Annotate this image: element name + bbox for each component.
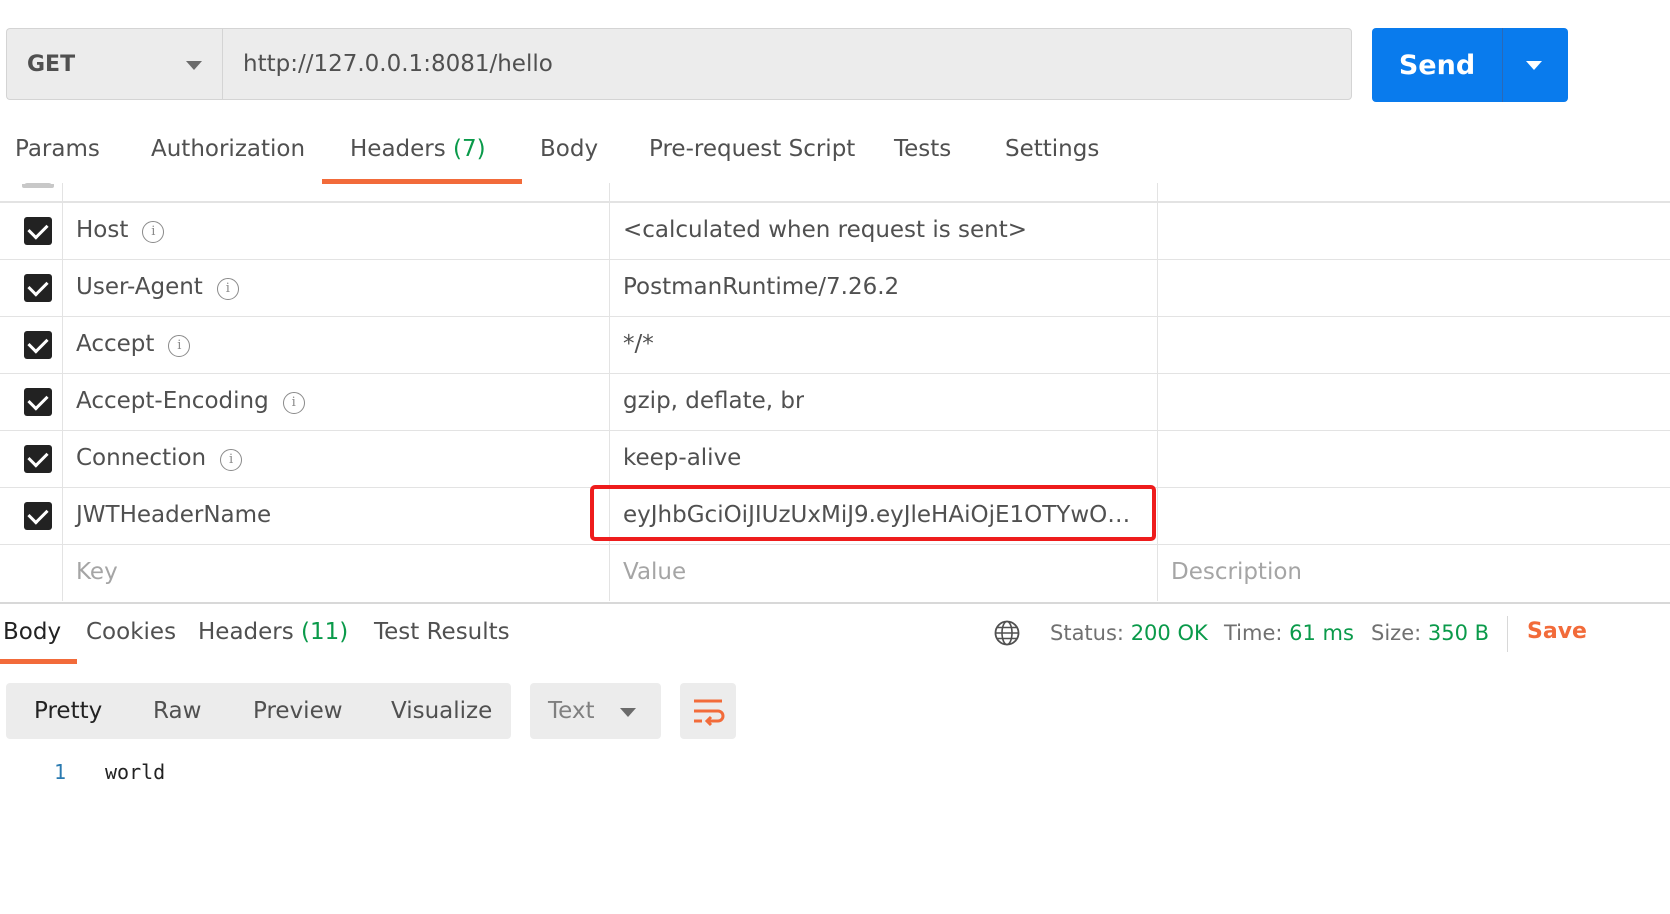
view-pretty[interactable]: Pretty [34, 698, 102, 724]
checkbox[interactable] [24, 445, 52, 473]
value-cell[interactable]: <calculated when request is sent> [609, 203, 1158, 259]
time-readout: Time: 61 ms [1224, 621, 1354, 645]
url-input[interactable]: http://127.0.0.1:8081/hello [222, 28, 1352, 100]
table-row-new: Key Value Description [0, 545, 1670, 602]
wrap-icon [694, 699, 725, 727]
check-cell [0, 488, 63, 544]
response-tab-test-results[interactable]: Test Results [374, 619, 510, 663]
response-tab-headers[interactable]: Headers (11) [198, 619, 348, 663]
header-value: <calculated when request is sent> [623, 217, 1028, 243]
method-select[interactable]: GET [6, 28, 222, 100]
header-key: Accept [76, 331, 155, 357]
view-preview[interactable]: Preview [253, 698, 343, 724]
status-readout: Status: 200 OK [1050, 621, 1208, 645]
key-placeholder: Key [76, 559, 118, 585]
description-placeholder: Description [1171, 559, 1302, 585]
header-value: keep-alive [623, 445, 742, 471]
checkbox[interactable] [24, 274, 52, 302]
key-cell[interactable]: Connection i [62, 431, 610, 487]
key-cell[interactable]: User-Agent i [62, 260, 610, 316]
header-value: gzip, deflate, br [623, 388, 805, 414]
view-raw[interactable]: Raw [153, 698, 201, 724]
send-button[interactable]: Send [1372, 28, 1568, 102]
send-label: Send [1398, 49, 1476, 81]
response-text[interactable]: world [105, 760, 165, 784]
description-input[interactable]: Description [1157, 545, 1657, 601]
scroll-fade [0, 184, 1670, 202]
format-select[interactable]: Text [530, 683, 661, 739]
key-cell[interactable]: Accept-Encoding i [62, 374, 610, 430]
table-row: User-Agent i PostmanRuntime/7.26.2 [0, 260, 1670, 317]
value-input[interactable]: Value [609, 545, 1158, 601]
response-tab-body[interactable]: Body [0, 619, 78, 664]
table-row: Accept-Encoding i gzip, deflate, br [0, 374, 1670, 431]
divider [0, 602, 1670, 604]
tab-label: Test Results [374, 619, 510, 645]
info-icon[interactable]: i [168, 335, 191, 357]
checkbox[interactable] [24, 388, 52, 416]
table-row: Host i <calculated when request is sent> [0, 203, 1670, 260]
checkbox[interactable] [24, 502, 52, 530]
key-input[interactable]: Key [62, 545, 610, 601]
chevron-down-icon [186, 61, 202, 70]
header-key: JWTHeaderName [76, 502, 272, 528]
checkbox[interactable] [24, 217, 52, 245]
view-mode-bar: Pretty Raw Preview Visualize [6, 683, 511, 739]
header-key: User-Agent [76, 274, 203, 300]
value-placeholder: Value [623, 559, 687, 585]
tab-label: Body [3, 619, 62, 645]
chevron-down-icon [620, 708, 636, 717]
check-cell [0, 431, 63, 487]
check-cell [0, 317, 63, 373]
check-cell [0, 260, 63, 316]
info-icon[interactable]: i [216, 278, 239, 300]
wrap-lines-button[interactable] [680, 683, 736, 739]
value-cell[interactable]: PostmanRuntime/7.26.2 [609, 260, 1158, 316]
value-cell[interactable]: gzip, deflate, br [609, 374, 1158, 430]
check-cell [0, 545, 63, 601]
method-label: GET [27, 51, 76, 77]
header-value: */* [623, 331, 654, 357]
highlight-box [590, 485, 1156, 541]
value-cell[interactable]: keep-alive [609, 431, 1158, 487]
info-icon[interactable]: i [220, 449, 243, 471]
status-label: Status: [1050, 621, 1124, 645]
status-value: 200 OK [1130, 621, 1208, 645]
format-label: Text [548, 698, 595, 724]
globe-icon[interactable] [994, 620, 1020, 646]
key-cell[interactable]: Accept i [62, 317, 610, 373]
key-cell[interactable]: Host i [62, 203, 610, 259]
url-text: http://127.0.0.1:8081/hello [243, 51, 553, 77]
info-icon[interactable]: i [142, 221, 165, 243]
check-cell [0, 374, 63, 430]
header-key: Connection [76, 445, 207, 471]
value-cell[interactable]: */* [609, 317, 1158, 373]
size-readout: Size: 350 B [1371, 621, 1489, 645]
tab-count: (11) [301, 619, 349, 645]
tab-label: Cookies [86, 619, 177, 645]
key-cell[interactable]: JWTHeaderName [62, 488, 610, 544]
time-label: Time: [1224, 621, 1283, 645]
header-value: PostmanRuntime/7.26.2 [623, 274, 900, 300]
header-key: Accept-Encoding [76, 388, 269, 414]
size-label: Size: [1371, 621, 1422, 645]
time-value: 61 ms [1289, 621, 1354, 645]
response-tab-cookies[interactable]: Cookies [86, 619, 176, 663]
send-options-chevron-icon[interactable] [1503, 28, 1568, 102]
size-value: 350 B [1427, 621, 1490, 645]
divider [1507, 616, 1508, 652]
info-icon[interactable]: i [282, 392, 305, 414]
check-cell [0, 203, 63, 259]
line-number: 1 [54, 760, 67, 784]
save-response-button[interactable]: Save [1527, 619, 1587, 644]
checkbox[interactable] [24, 331, 52, 359]
table-row: Accept i */* [0, 317, 1670, 374]
view-visualize[interactable]: Visualize [391, 698, 492, 724]
table-row: Connection i keep-alive [0, 431, 1670, 488]
header-key: Host [76, 217, 129, 243]
tab-label: Headers [198, 619, 294, 645]
